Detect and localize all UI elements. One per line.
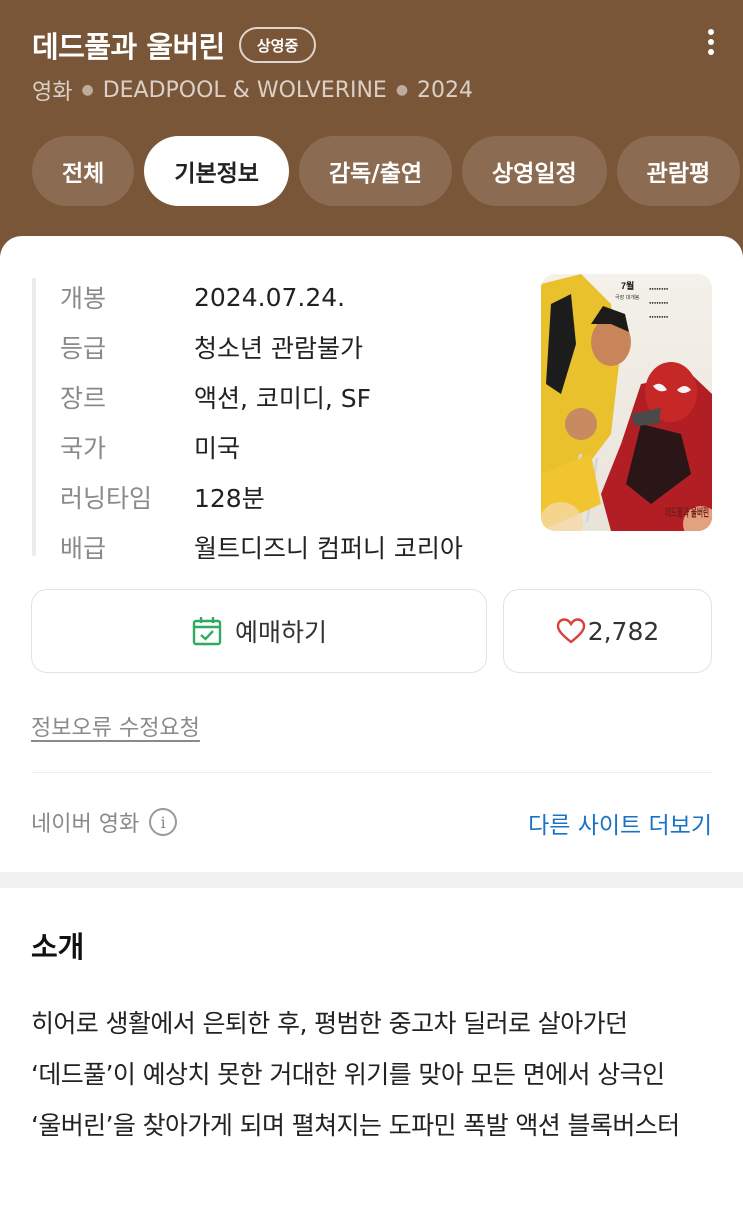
intro-text: 히어로 생활에서 은퇴한 후, 평범한 중고차 딜러로 살아가던 ‘데드풀’이 … [31,1009,680,1140]
book-ticket-button[interactable]: 예매하기 [31,589,487,673]
poster-image: 7월 극장 대개봉 ●●●●●●●● ●●●●●●●● ●●●●●●●● 데드풀… [541,274,712,531]
poster-date: 7월 [621,280,634,291]
info-value: 청소년 관람불가 [194,334,363,363]
info-value: 2024.07.24. [194,282,346,312]
info-value: 월트디즈니 컴퍼니 코리아 [194,534,463,563]
info-accent-bar [32,278,36,556]
info-row-runtime: 러닝타임 128분 [60,472,463,522]
info-label: 개봉 [60,284,107,313]
info-value: 액션, 코미디, SF [194,384,372,413]
movie-header: 데드풀과 울버린 상영중 영화 ● DEADPOOL & WOLVERINE ●… [0,0,743,260]
info-table: 개봉 2024.07.24. 등급 청소년 관람불가 장르 액션, 코미디, S… [60,272,463,572]
other-sites-link[interactable]: 다른 사이트 더보기 [528,806,712,840]
like-count: 2,782 [587,616,660,646]
category-label: 영화 [32,80,73,105]
source-label: 네이버 영화 i [31,806,178,838]
movie-subtitle: 영화 ● DEADPOOL & WOLVERINE ● 2024 [32,74,473,106]
svg-text:●●●●●●●●: ●●●●●●●● [649,300,669,305]
book-ticket-label: 예매하기 [234,618,327,647]
kebab-menu-icon[interactable] [701,26,721,58]
heart-icon [556,618,585,644]
tab-bar: 전체 기본정보 감독/출연 상영일정 관람평 [32,136,743,206]
tab-director-cast[interactable]: 감독/출연 [298,136,453,206]
section-gap [0,872,743,888]
calendar-check-icon [192,617,222,646]
tab-all[interactable]: 전체 [32,136,135,206]
info-label: 등급 [60,334,107,363]
info-row-distributor: 배급 월트디즈니 컴퍼니 코리아 [60,522,463,572]
tab-basic-info[interactable]: 기본정보 [144,136,289,206]
separator-dot: ● [81,82,94,98]
tab-schedule[interactable]: 상영일정 [462,136,607,206]
release-year: 2024 [417,77,474,103]
info-row-genre: 장르 액션, 코미디, SF [60,372,463,422]
info-row-country: 국가 미국 [60,422,463,472]
info-icon[interactable]: i [149,808,178,836]
like-button[interactable]: 2,782 [503,589,712,673]
status-badge: 상영중 [238,27,317,63]
info-label: 장르 [60,384,107,413]
info-label: 배급 [60,534,107,563]
svg-text:●●●●●●●●: ●●●●●●●● [649,314,669,319]
original-title: DEADPOOL & WOLVERINE [102,77,387,103]
svg-text:●●●●●●●●: ●●●●●●●● [649,286,669,291]
info-value: 128분 [194,484,265,513]
info-value: 미국 [194,434,241,463]
info-label: 러닝타임 [60,484,153,513]
report-error-link[interactable]: 정보오류 수정요청 [31,710,200,742]
info-row-rating: 등급 청소년 관람불가 [60,322,463,372]
title-row: 데드풀과 울버린 상영중 [32,24,317,66]
source-name: 네이버 영화 [31,812,140,837]
tab-reviews[interactable]: 관람평 [616,136,741,206]
info-row-release: 개봉 2024.07.24. [60,272,463,322]
separator-dot: ● [395,82,409,98]
intro-heading: 소개 [31,930,85,964]
poster-date-sub: 극장 대개봉 [615,294,640,301]
movie-title: 데드풀과 울버린 [32,30,225,64]
movie-poster[interactable]: 7월 극장 대개봉 ●●●●●●●● ●●●●●●●● ●●●●●●●● 데드풀… [541,274,712,531]
info-label: 국가 [60,434,107,463]
poster-logo: 데드풀과 울버린 [665,505,709,519]
basic-info-card: 개봉 2024.07.24. 등급 청소년 관람불가 장르 액션, 코미디, S… [0,236,743,872]
divider [31,772,712,773]
